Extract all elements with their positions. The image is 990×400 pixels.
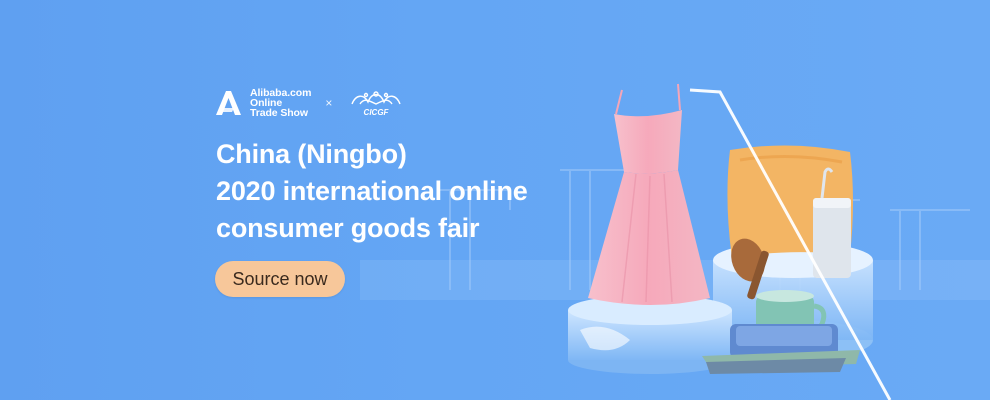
headline-line-3: consumer goods fair [216, 213, 480, 243]
brand-line-3: Trade Show [250, 107, 308, 119]
cicgf-logo-icon: CICGF [351, 91, 402, 117]
source-now-button[interactable]: Source now [215, 261, 345, 297]
product-showcase-image [568, 83, 892, 400]
brand-separator: × [325, 96, 333, 110]
cicgf-logo-text: CICGF [364, 108, 390, 117]
headline-line-2: 2020 international online [216, 176, 528, 206]
pink-dress-product [588, 83, 710, 305]
alibaba-logo-icon [216, 91, 241, 115]
headline-line-1: China (Ningbo) [216, 139, 407, 169]
alibaba-online-trade-show-logo-text: Alibaba.com Online Trade Show [250, 88, 311, 119]
promo-banner[interactable]: Alibaba.com Online Trade Show × CICGF Ch… [0, 0, 990, 400]
banner-headline: China (Ningbo) 2020 international online… [216, 136, 528, 247]
brand-logo-row[interactable]: Alibaba.com Online Trade Show × CICGF [214, 88, 406, 118]
